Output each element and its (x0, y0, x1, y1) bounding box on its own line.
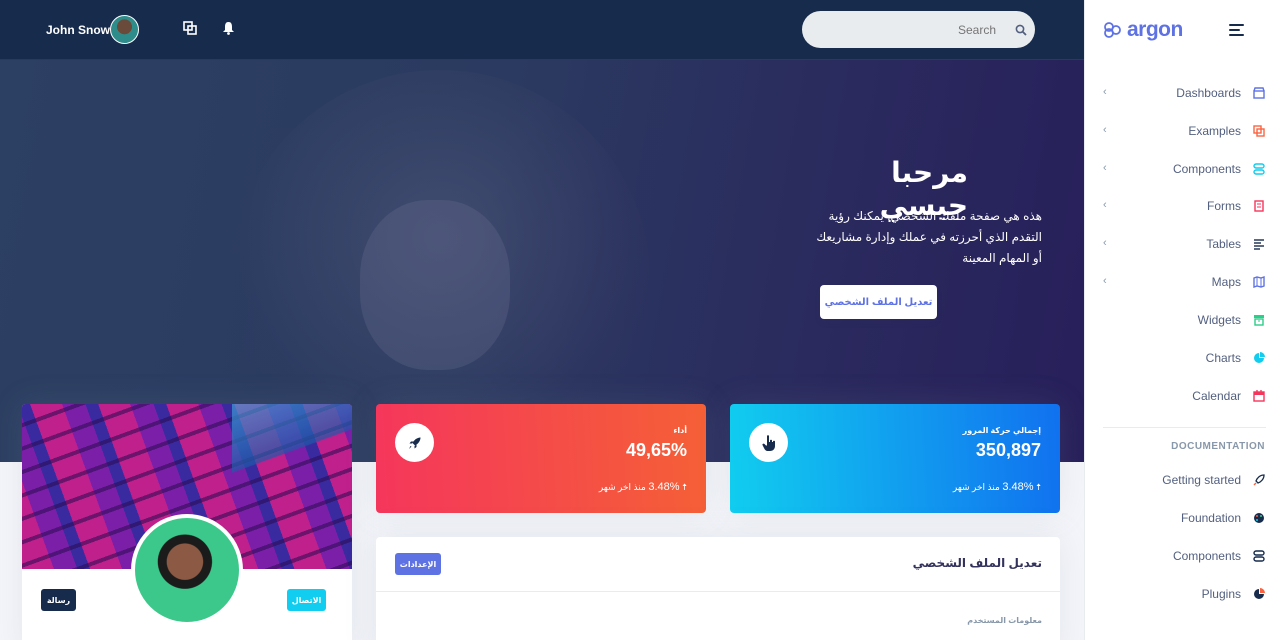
archive-icon (1252, 313, 1266, 327)
bell-icon[interactable] (220, 20, 236, 36)
chevron-left-icon: ‹ (1103, 237, 1107, 249)
edit-profile-card: تعديل الملف الشخصي الإعدادات معلومات الم… (376, 537, 1060, 640)
align-left-icon (1252, 237, 1266, 251)
brand-logo[interactable]: argon (1103, 18, 1183, 42)
search-bar (802, 11, 1035, 48)
profile-hero: مرحبا جيسي هذه هي صفحة ملفك الشخصي. يمكن… (0, 0, 1084, 462)
search-input[interactable] (816, 21, 996, 39)
arrow-up-icon: 🠅 (1036, 482, 1041, 492)
hand-pointer-icon (749, 423, 788, 462)
sidebar-item-forms[interactable]: ‹ Forms (1085, 191, 1280, 221)
sidebar-doc-getting-started[interactable]: Getting started (1085, 465, 1280, 495)
sidebar-item-components[interactable]: ‹ Components (1085, 154, 1280, 184)
documentation-heading: DOCUMENTATION (1171, 441, 1265, 452)
calendar-icon (1252, 389, 1266, 403)
sidebar-doc-plugins[interactable]: Plugins (1085, 579, 1280, 609)
avatar[interactable] (110, 15, 139, 44)
profile-picture[interactable] (131, 514, 243, 626)
sidebar-item-charts[interactable]: Charts (1085, 343, 1280, 373)
sidebar-item-label: Dashboards (1176, 86, 1241, 100)
sidebar-item-label: Components (1172, 549, 1241, 563)
user-info-heading: معلومات المستخدم (967, 616, 1042, 625)
sidebar-item-dashboards[interactable]: ‹ Dashboards (1085, 78, 1280, 108)
chevron-left-icon: ‹ (1103, 275, 1107, 287)
chart-pie-icon (1252, 351, 1266, 365)
stat-change: 🠅 3.48% منذ اخر شهر (599, 480, 687, 496)
sidebar-item-label: Tables (1206, 237, 1241, 251)
palette-icon (1252, 511, 1266, 525)
stat-card-traffic: إجمالي حركة المرور 350,897 🠅 3.48% منذ ا… (730, 404, 1060, 513)
ungroup-icon (1252, 124, 1266, 138)
sidebar-item-label: Plugins (1201, 587, 1241, 601)
shop-icon (1252, 86, 1266, 100)
stat-change-since: منذ اخر شهر (952, 482, 1000, 492)
edit-profile-title: تعديل الملف الشخصي (912, 556, 1042, 570)
sidebar-item-label: Forms (1207, 199, 1241, 213)
main-content: مرحبا جيسي هذه هي صفحة ملفك الشخصي. يمكن… (0, 0, 1084, 640)
stat-value: 350,897 (975, 440, 1041, 460)
argon-logo-icon (1104, 22, 1121, 38)
spaceship-icon (1252, 473, 1266, 487)
single-copy-icon (1252, 199, 1266, 213)
sidebar-divider (1103, 427, 1266, 428)
brand-name: argon (1127, 18, 1183, 41)
stat-label: أداء (673, 426, 687, 435)
chevron-left-icon: ‹ (1103, 162, 1107, 174)
map-big-icon (1252, 275, 1266, 289)
stat-change: 🠅 3.48% منذ اخر شهر (953, 480, 1041, 496)
stat-change-percent: 3.48% (1002, 481, 1034, 493)
stat-change-percent: 3.48% (648, 481, 680, 493)
sidebar-item-label: Foundation (1180, 511, 1241, 525)
sidebar-item-label: Charts (1205, 351, 1241, 365)
profile-card: الاتصال رسالة (22, 404, 352, 640)
chevron-left-icon: ‹ (1103, 199, 1107, 211)
message-button[interactable]: رسالة (41, 589, 76, 611)
screens-icon[interactable] (182, 20, 198, 36)
sidebar-doc-components[interactable]: Components (1085, 541, 1280, 571)
edit-profile-button[interactable]: تعديل الملف الشخصي (820, 285, 937, 319)
stat-label: إجمالي حركة المرور (962, 426, 1041, 435)
sidebar-item-label: Examples (1188, 124, 1241, 138)
chevron-left-icon: ‹ (1103, 124, 1107, 136)
sidebar-item-widgets[interactable]: Widgets (1085, 305, 1280, 335)
divider (376, 591, 1060, 592)
sidebar-doc-foundation[interactable]: Foundation (1085, 503, 1280, 533)
sidebar-item-examples[interactable]: ‹ Examples (1085, 116, 1280, 146)
chart-pie-icon (1252, 587, 1266, 601)
ui-04-icon (1252, 162, 1266, 176)
settings-button[interactable]: الإعدادات (395, 553, 441, 575)
arrow-up-icon: 🠅 (682, 482, 687, 492)
rocket-icon (395, 423, 434, 462)
sidebar-item-label: Maps (1211, 275, 1241, 289)
sidebar: argon ‹ Dashboards ‹ Examples ‹ Componen… (1084, 0, 1280, 640)
sidebar-item-tables[interactable]: ‹ Tables (1085, 229, 1280, 259)
chevron-left-icon: ‹ (1103, 86, 1107, 98)
sidebar-toggle-icon[interactable] (1229, 24, 1244, 36)
sidebar-item-label: Widgets (1197, 313, 1241, 327)
ui-04-icon (1252, 549, 1266, 563)
sidebar-item-calendar[interactable]: Calendar (1085, 381, 1280, 411)
search-icon[interactable] (1015, 23, 1027, 41)
connect-button[interactable]: الاتصال (287, 589, 326, 611)
sidebar-item-label: Getting started (1162, 473, 1241, 487)
sidebar-item-label: Calendar (1192, 389, 1241, 403)
sidebar-item-maps[interactable]: ‹ Maps (1085, 267, 1280, 297)
top-navbar: John Snow (0, 0, 1084, 60)
sidebar-item-label: Components (1172, 162, 1241, 176)
hero-description: هذه هي صفحة ملفك الشخصي. يمكنك رؤية التق… (816, 209, 1042, 265)
hero-background-face (360, 200, 510, 370)
user-name[interactable]: John Snow (46, 23, 110, 37)
stat-card-performance: أداء 49,65% 🠅 3.48% منذ اخر شهر (376, 404, 706, 513)
stat-value: 49,65% (625, 440, 687, 460)
stat-change-since: منذ اخر شهر (598, 482, 646, 492)
